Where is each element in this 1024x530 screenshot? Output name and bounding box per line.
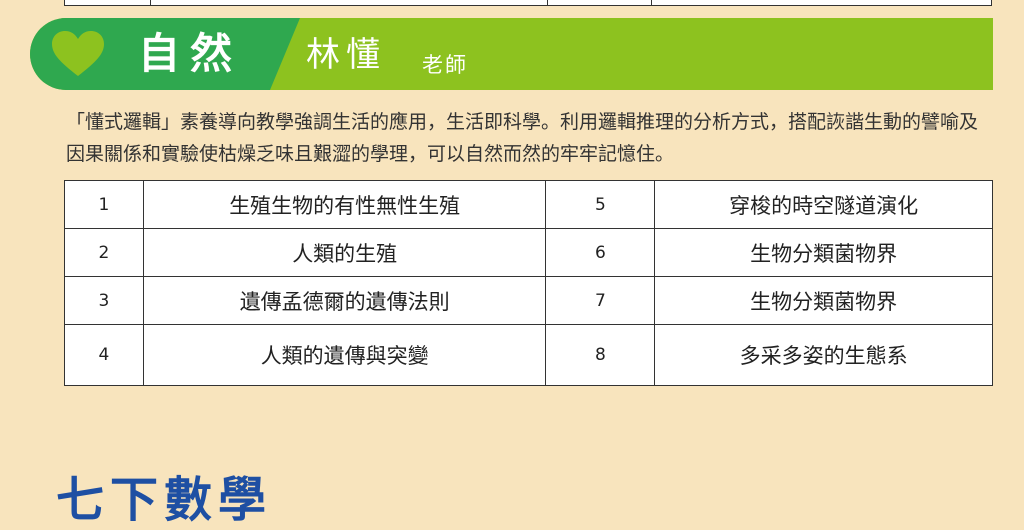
subject-title: 自然 [138, 29, 243, 78]
next-section-title: 七下數學 [56, 472, 273, 528]
heart-icon [52, 31, 104, 76]
table-row: 4 人類的遺傳與突變 8 多采多姿的生態系 [64, 324, 993, 386]
previous-table-divider [547, 0, 548, 5]
topic-title: 生物分類菌物界 [654, 276, 993, 325]
topic-title: 生殖生物的有性無性生殖 [142, 180, 547, 229]
topic-title: 穿梭的時空隧道演化 [654, 180, 993, 229]
topic-number: 3 [64, 276, 144, 325]
topic-title: 遺傳孟德爾的遺傳法則 [142, 276, 547, 325]
topic-title: 生物分類菌物界 [654, 228, 993, 277]
teacher-name: 林懂 [306, 35, 386, 75]
banner-notch [270, 18, 300, 90]
topic-title: 多采多姿的生態系 [654, 324, 993, 386]
topic-title: 人類的生殖 [142, 228, 547, 277]
previous-table-divider [651, 0, 652, 5]
topic-number: 8 [545, 324, 656, 386]
previous-table-edge [64, 0, 992, 6]
course-intro: 「懂式邏輯」素養導向教學強調生活的應用，生活即科學。利用邏輯推理的分析方式，搭配… [66, 111, 979, 165]
teacher-title: 老師 [422, 53, 468, 77]
topic-number: 7 [545, 276, 656, 325]
section-banner: 自然 林懂 老師 [30, 18, 993, 90]
table-row: 2 人類的生殖 6 生物分類菌物界 [64, 228, 993, 277]
topic-number: 4 [64, 324, 144, 386]
topic-title: 人類的遺傳與突變 [142, 324, 547, 386]
topic-number: 5 [545, 180, 656, 229]
topic-number: 2 [64, 228, 144, 277]
topic-number: 1 [64, 180, 144, 229]
topics-table: 1 生殖生物的有性無性生殖 5 穿梭的時空隧道演化 2 人類的生殖 6 生物分類… [64, 180, 993, 386]
banner-subject-block: 自然 [30, 18, 270, 90]
topic-number: 6 [545, 228, 656, 277]
previous-table-divider [150, 0, 151, 5]
table-row: 1 生殖生物的有性無性生殖 5 穿梭的時空隧道演化 [64, 180, 993, 229]
table-row: 3 遺傳孟德爾的遺傳法則 7 生物分類菌物界 [64, 276, 993, 325]
